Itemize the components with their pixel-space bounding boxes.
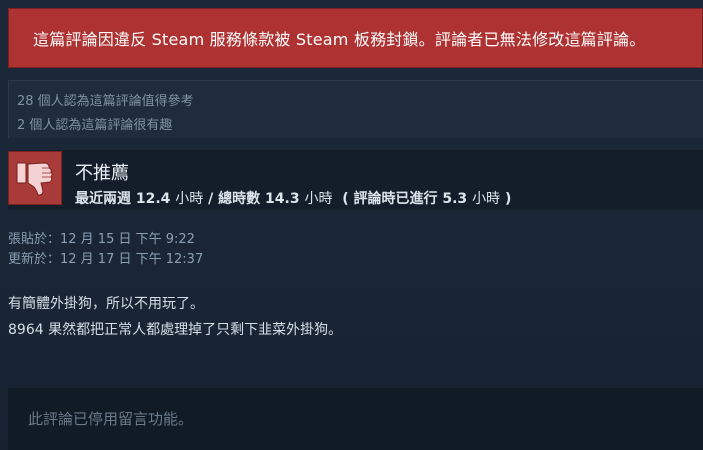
thumbs-down-icon — [8, 151, 62, 205]
review-verdict: 不推薦 — [75, 163, 129, 184]
review-summary-header: 不推薦 最近兩週 12.4 小時 / 總時數 14.3 小時 ( 評論時已進行 … — [8, 150, 703, 210]
at-review-playtime-label: 評論時已進行 — [353, 191, 438, 207]
review-body-line: 8964 果然都把正常人都處理掉了只剩下韭菜外掛狗。 — [8, 322, 343, 338]
hours-unit: 小時 — [472, 191, 501, 207]
comments-disabled-text: 此評論已停用留言功能。 — [28, 410, 194, 428]
recent-playtime-label: 最近兩週 — [75, 191, 131, 207]
review-dates: 張貼於：12 月 15 日 下午 9:22 更新於：12 月 17 日 下午 1… — [8, 230, 203, 270]
review-page: 這篇評論因違反 Steam 服務條款被 Steam 板務封鎖。評論者已無法修改這… — [0, 0, 703, 450]
paren-open: ( — [342, 191, 349, 207]
comments-disabled-box: 此評論已停用留言功能。 — [8, 388, 703, 450]
helpful-count-text: 28 個人認為這篇評論值得參考 — [17, 94, 194, 109]
updated-date: 更新於：12 月 17 日 下午 12:37 — [8, 252, 204, 267]
review-body-line: 有簡體外掛狗，所以不用玩了。 — [8, 296, 204, 312]
ban-notice-text: 這篇評論因違反 Steam 服務條款被 Steam 板務封鎖。評論者已無法修改這… — [33, 30, 646, 49]
funny-count-text: 2 個人認為這篇評論很有趣 — [17, 118, 173, 133]
hours-unit: 小時 — [175, 191, 204, 207]
posted-date: 張貼於：12 月 15 日 下午 9:22 — [8, 232, 195, 247]
recent-playtime-value: 12.4 — [135, 191, 171, 207]
total-playtime-value: 14.3 — [265, 191, 300, 207]
ban-notice-banner: 這篇評論因違反 Steam 服務條款被 Steam 板務封鎖。評論者已無法修改這… — [8, 8, 703, 68]
paren-close: ) — [504, 191, 512, 207]
review-body: 有簡體外掛狗，所以不用玩了。 8964 果然都把正常人都處理掉了只剩下韭菜外掛狗… — [8, 291, 342, 343]
total-playtime-label: 總時數 — [218, 191, 261, 207]
playtime-summary: 最近兩週 12.4 小時 / 總時數 14.3 小時 ( 評論時已進行 5.3 … — [75, 188, 511, 208]
at-review-playtime-value: 5.3 — [442, 191, 468, 207]
hours-unit: 小時 — [304, 191, 333, 207]
helpful-votes-box: 28 個人認為這篇評論值得參考 2 個人認為這篇評論很有趣 — [8, 80, 703, 138]
playtime-separator: / — [208, 191, 214, 207]
